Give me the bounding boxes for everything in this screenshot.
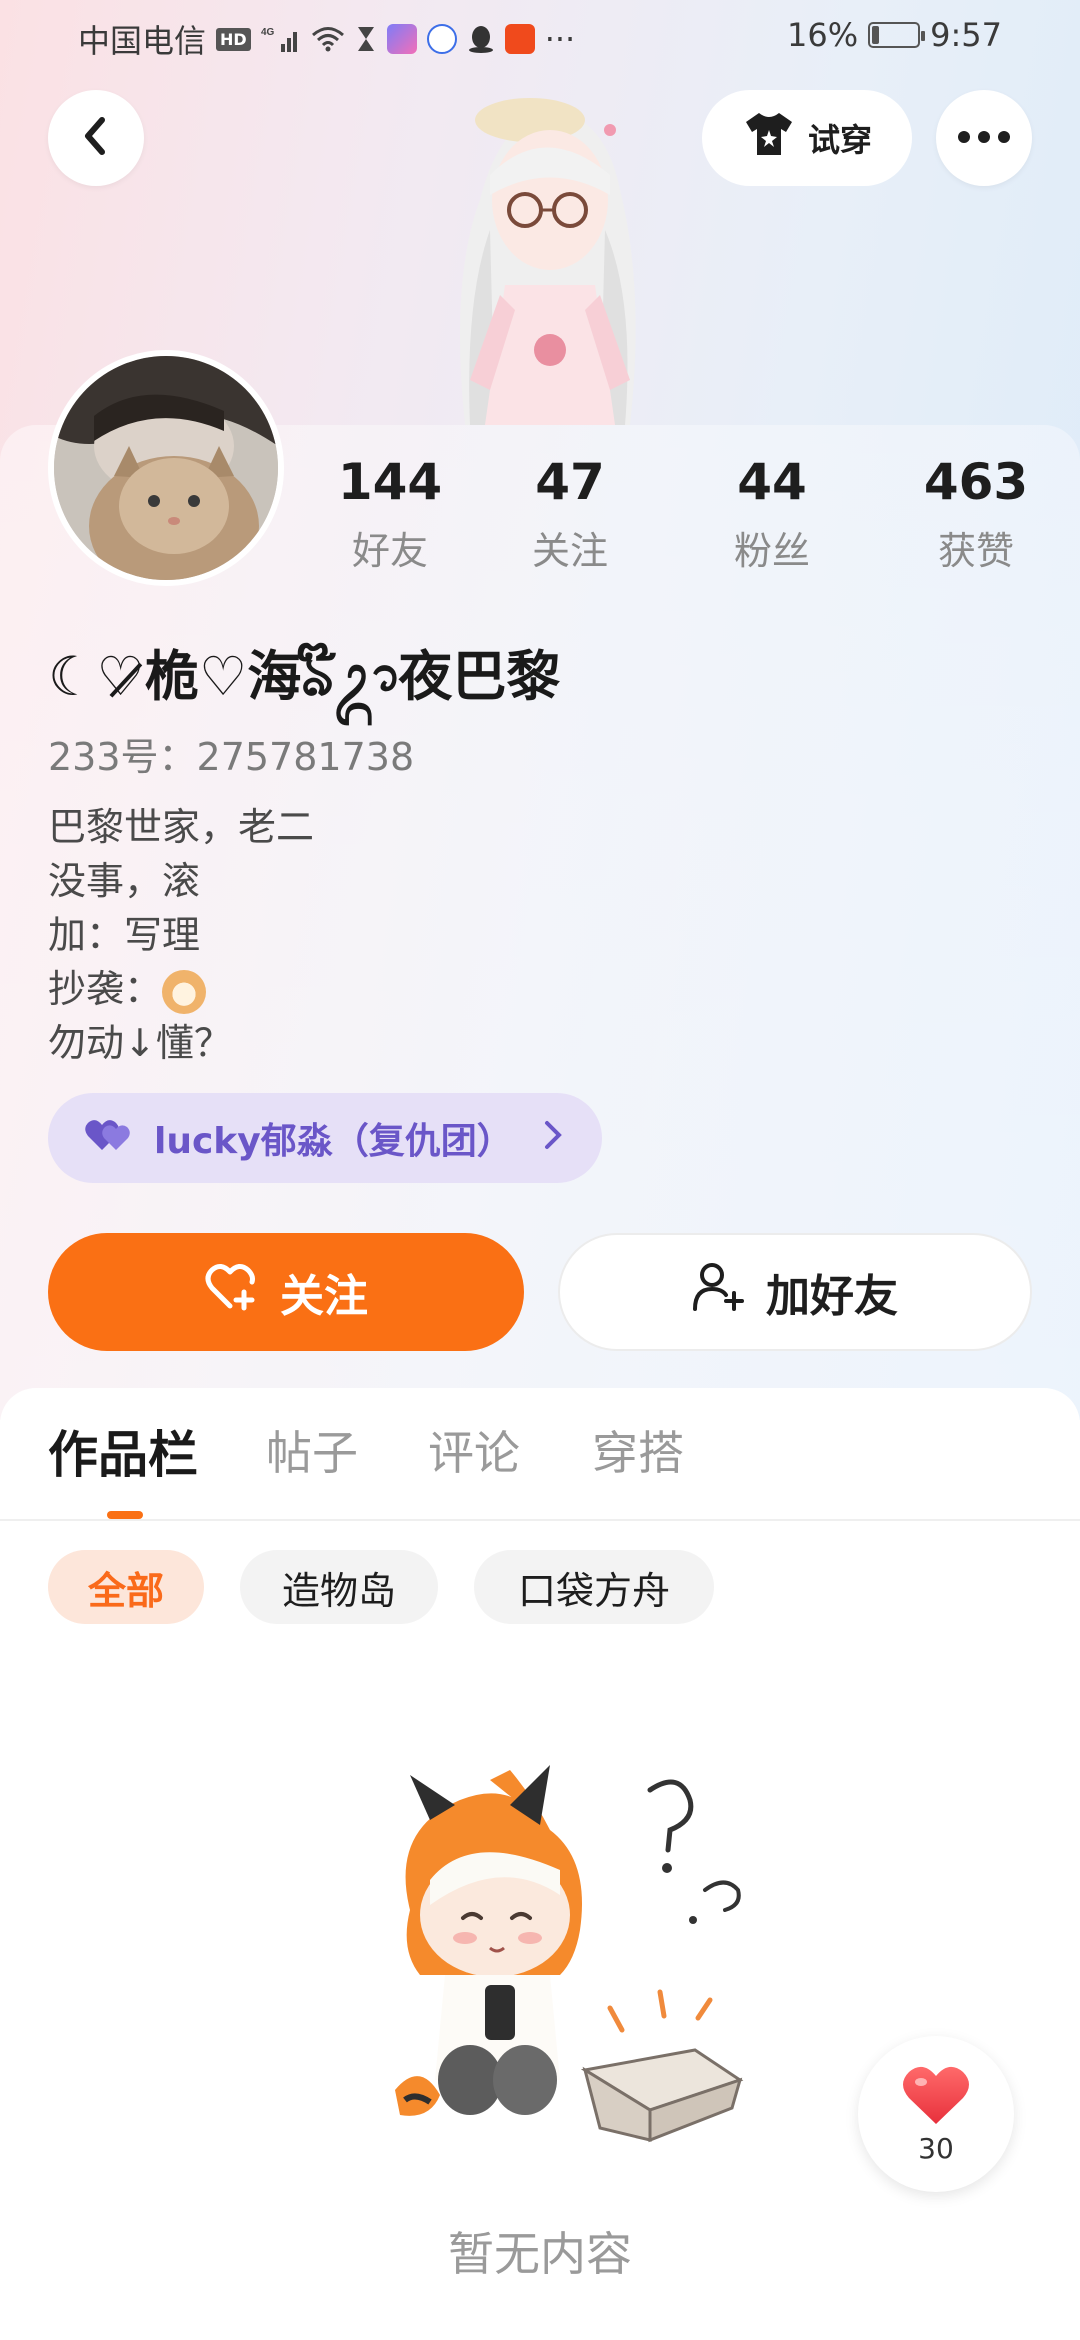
stat-label: 好友: [351, 529, 428, 573]
follow-label: 关注: [280, 1271, 368, 1322]
heart-plus-icon: [204, 1262, 260, 1323]
tab-works[interactable]: 作品栏: [48, 1415, 198, 1487]
user-id-value: 275781738: [196, 735, 415, 779]
chip-pocket-ark[interactable]: 口袋方舟: [474, 1550, 714, 1624]
add-friend-label: 加好友: [766, 1271, 898, 1322]
nickname: ☾♡̷桅♡海ঌ໊ᬊ夜巴黎: [48, 645, 561, 708]
add-friend-button[interactable]: 加好友: [558, 1233, 1032, 1351]
app-icon: [386, 24, 417, 54]
hourglass-icon: [355, 25, 377, 53]
stat-following[interactable]: 47 关注: [480, 455, 660, 575]
stat-label: 粉丝: [733, 529, 810, 573]
stat-value: 44: [737, 453, 807, 511]
content-tabs: 作品栏 帖子 评论 穿搭: [0, 1415, 1080, 1515]
profile-stats: 144 好友 47 关注 44 粉丝 463 获赞: [300, 455, 1060, 585]
bio-line: 加：写理: [48, 913, 201, 957]
tshirt-icon: [742, 110, 796, 166]
more-button[interactable]: [936, 90, 1032, 186]
qq-icon: [467, 24, 495, 54]
user-id: 233号：275781738: [48, 726, 414, 781]
tabs-divider: [0, 1519, 1080, 1521]
stat-fans[interactable]: 44 粉丝: [682, 455, 862, 575]
double-heart-icon: [84, 1116, 134, 1161]
chip-all[interactable]: 全部: [48, 1550, 204, 1624]
try-on-button[interactable]: 试穿: [702, 90, 912, 186]
stat-value: 47: [535, 453, 605, 511]
more-dots-icon: [956, 129, 1012, 148]
status-bar: 中国电信 HD 4G ··· 16% 9:57: [0, 0, 1080, 72]
hd-badge: HD: [216, 27, 251, 51]
group-tag[interactable]: lucky郁淼（复仇团）: [48, 1093, 602, 1183]
stat-friends[interactable]: 144 好友: [300, 455, 480, 575]
clock: 9:57: [930, 16, 1002, 54]
chevron-left-icon: [78, 114, 114, 162]
empty-state-text: 暂无内容: [448, 2227, 632, 2281]
battery-icon: [868, 22, 926, 48]
follow-button[interactable]: 关注: [48, 1233, 524, 1351]
svg-text:4G: 4G: [261, 27, 275, 38]
empty-state-illustration: [360, 1760, 760, 2150]
tab-posts[interactable]: 帖子: [266, 1417, 358, 1483]
bio-line-with-emoji: 抄袭：: [48, 962, 314, 1016]
add-user-icon: [692, 1261, 746, 1324]
bio-line: 抄袭：: [48, 967, 163, 1011]
signal-icon: 4G: [261, 24, 301, 54]
stat-label: 关注: [531, 529, 608, 573]
chevron-right-icon: [544, 1118, 562, 1159]
bio-line: 勿动↓懂？: [48, 1021, 232, 1065]
stat-likes[interactable]: 463 获赞: [886, 455, 1066, 575]
bio-line: 巴黎世家，老二: [48, 805, 315, 849]
chip-creation-island[interactable]: 造物岛: [240, 1550, 438, 1624]
taobao-icon: [504, 24, 535, 54]
active-tab-indicator: [107, 1511, 143, 1519]
heart-icon: [901, 2064, 971, 2130]
try-on-label: 试穿: [807, 121, 872, 159]
stat-value: 463: [923, 453, 1029, 511]
tab-comments[interactable]: 评论: [428, 1417, 520, 1483]
carrier-label: 中国电信: [78, 22, 207, 60]
stat-value: 144: [337, 453, 443, 511]
baidu-icon: [426, 24, 457, 54]
user-id-label: 233号：: [48, 735, 197, 779]
bio-line: 没事，滚: [48, 859, 201, 903]
floating-like-button[interactable]: 30: [858, 2036, 1014, 2192]
battery-percent: 16%: [787, 16, 859, 54]
more-status-icon: ···: [544, 20, 576, 58]
like-count: 30: [918, 2131, 954, 2165]
profile-avatar[interactable]: [48, 350, 284, 586]
back-button[interactable]: [48, 90, 144, 186]
stat-label: 获赞: [937, 529, 1014, 573]
wifi-icon: [311, 25, 345, 53]
shiba-emoji-icon: [162, 969, 207, 1014]
avatar-character-figure[interactable]: [410, 80, 680, 425]
bio: 巴黎世家，老二 没事，滚 加：写理 抄袭： 勿动↓懂？: [48, 800, 314, 1070]
group-name: lucky郁淼（复仇团）: [154, 1121, 513, 1162]
tab-outfits[interactable]: 穿搭: [592, 1417, 684, 1483]
